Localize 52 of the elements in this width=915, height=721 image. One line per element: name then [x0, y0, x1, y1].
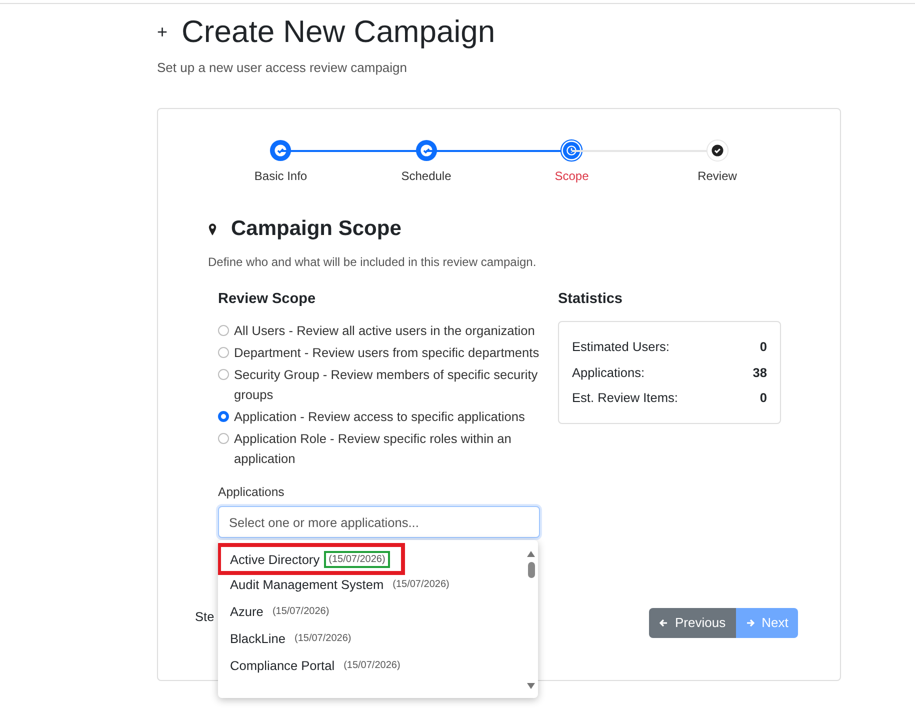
dropdown-option[interactable]: Active Directory (15/07/2026): [218, 544, 404, 574]
plus-icon: +: [157, 22, 168, 42]
stat-label: Applications:: [572, 364, 645, 382]
stat-label: Estimated Users:: [572, 338, 670, 356]
previous-button[interactable]: Previous: [649, 608, 736, 638]
radio-button[interactable]: [218, 411, 229, 422]
option-name: Azure: [230, 604, 264, 619]
option-date: (15/07/2026): [392, 578, 450, 591]
radio-label: Security Group - Review members of specific security groups: [234, 366, 539, 404]
radio-label: All Users - Review all active users in the organization: [234, 322, 535, 340]
section-description: Define who and what will be included in this review campaign.: [208, 255, 538, 269]
map-pin-icon: [208, 222, 217, 236]
radio-label: Application Role - Review specific roles within an application: [234, 430, 512, 468]
scrollbar-thumb[interactable]: [528, 562, 534, 578]
dropdown-option[interactable]: Audit Management System (15/07/2026): [218, 571, 464, 598]
scroll-up-icon[interactable]: [526, 550, 536, 558]
stat-value: 0: [760, 338, 767, 356]
option-name: Compliance Portal: [230, 658, 335, 673]
review-scope-heading: Review Scope: [218, 291, 317, 307]
radio-button[interactable]: [218, 369, 229, 380]
field-label: Applications: [218, 485, 286, 499]
radio-label: Department - Review users from specific departments: [234, 344, 540, 362]
arrow-left-icon: [659, 618, 668, 626]
stat-value: 0: [760, 389, 767, 407]
dropdown-option[interactable]: Compliance Portal (15/07/2026): [218, 652, 416, 679]
step-label: Review: [698, 169, 737, 183]
option-date: (15/07/2026): [294, 632, 352, 645]
step-text: Ste: [195, 609, 214, 624]
page-subtitle: Set up a new user access review campaign: [157, 60, 408, 75]
step-label: Scope: [554, 169, 589, 183]
radio-button[interactable]: [218, 347, 229, 358]
option-date: (15/07/2026): [342, 659, 402, 672]
option-name: BlackLine: [230, 631, 286, 646]
radio-button[interactable]: [218, 433, 229, 444]
step-label: Schedule: [401, 169, 452, 183]
radio-label: Application - Review access to specific applications: [234, 408, 525, 426]
dropdown-option[interactable]: Azure (15/07/2026): [218, 598, 344, 625]
page-title: Create New Campaign: [182, 14, 496, 50]
stat-label: Est. Review Items:: [572, 389, 678, 407]
stat-value: 38: [752, 364, 767, 382]
statistics-heading: Statistics: [558, 291, 624, 307]
dropdown-option[interactable]: BlackLine (15/07/2026): [218, 625, 366, 652]
radio-button[interactable]: [218, 325, 229, 336]
scroll-down-icon[interactable]: [526, 682, 536, 690]
option-date: (15/07/2026): [326, 552, 388, 566]
option-name: Active Directory: [230, 552, 320, 566]
applications-select-field[interactable]: Select one or more applications...: [218, 506, 540, 538]
arrow-right-icon: [746, 618, 755, 626]
section-title: Campaign Scope: [231, 217, 402, 241]
step-label: Basic Info: [254, 169, 308, 183]
option-name: Audit Management System: [230, 577, 384, 592]
option-date: (15/07/2026): [271, 605, 330, 618]
